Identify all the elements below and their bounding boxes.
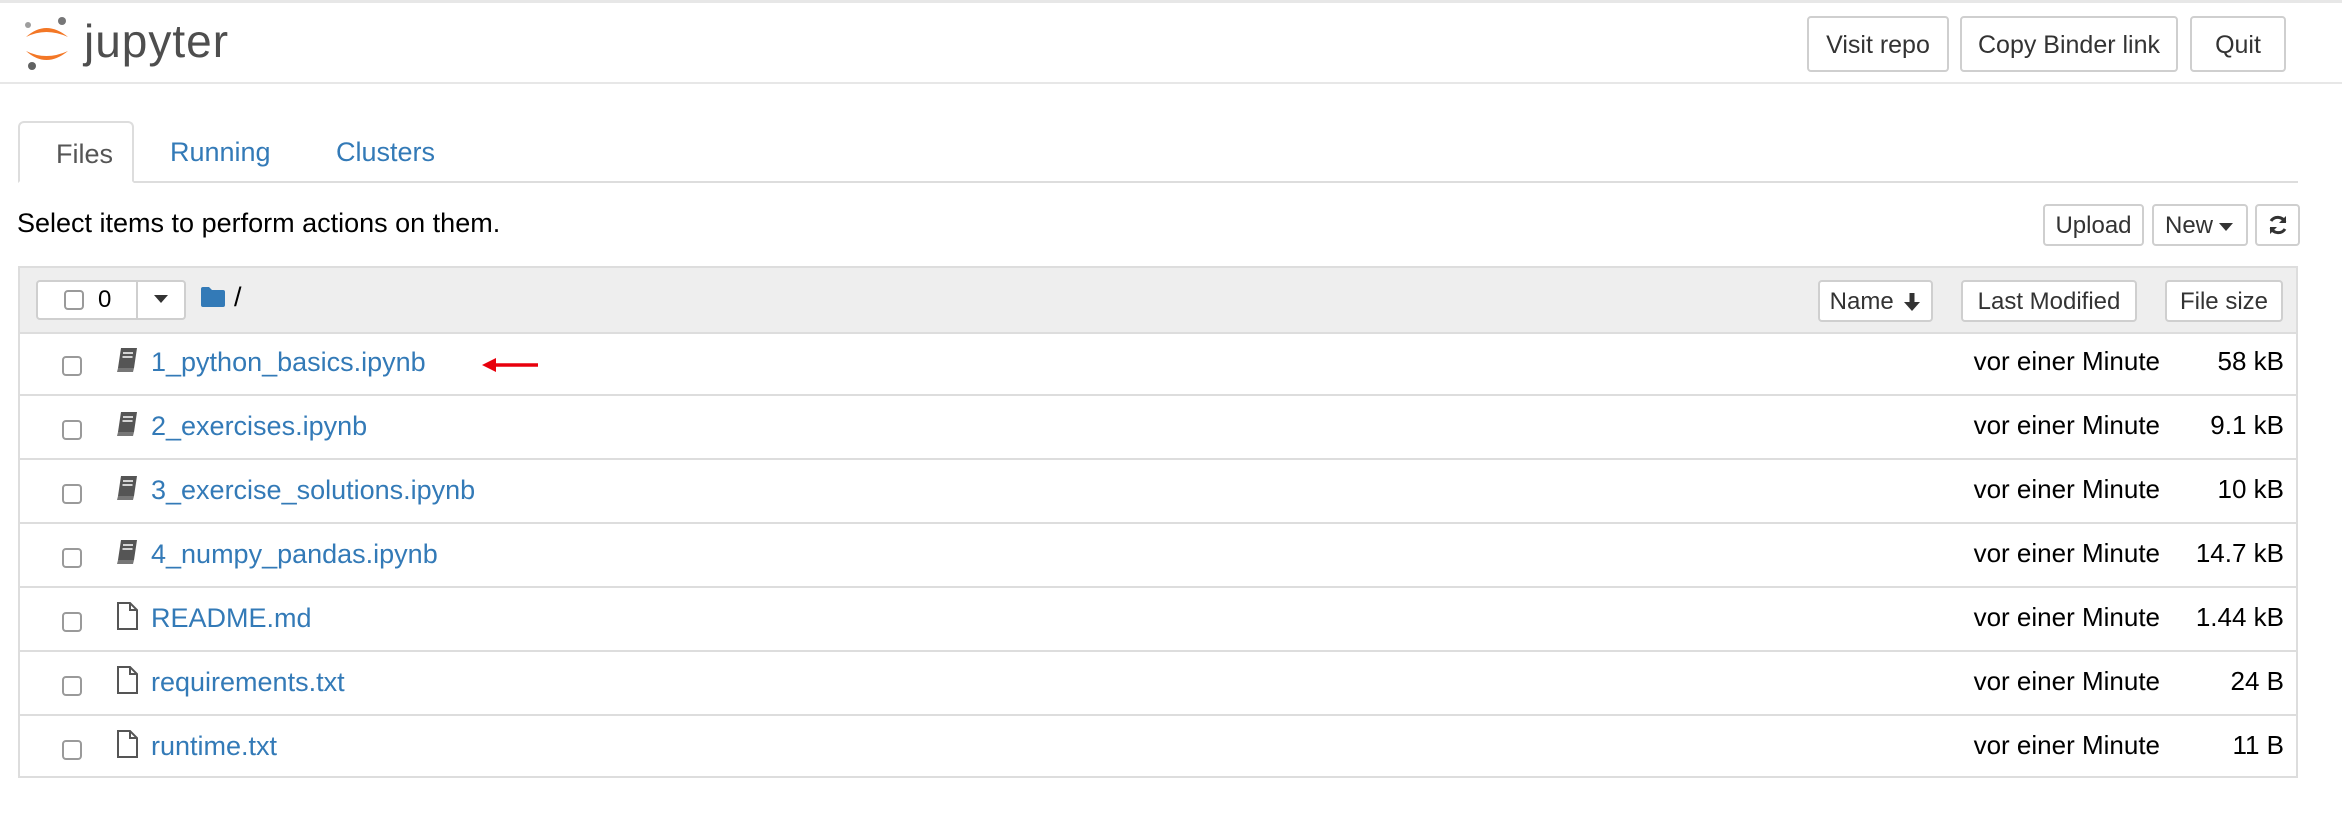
- file-list-header: 0 / Name Last Modified File size: [20, 268, 2296, 334]
- row-checkbox[interactable]: [62, 676, 82, 696]
- jupyter-logo-icon: [25, 17, 68, 70]
- sort-by-last-modified-button[interactable]: Last Modified: [1961, 280, 2137, 322]
- tab-files[interactable]: Files: [18, 121, 134, 183]
- row-checkbox[interactable]: [62, 420, 82, 440]
- file-size: 9.1 kB: [2210, 410, 2284, 440]
- file-row[interactable]: 1_python_basics.ipynb vor einer Minute 5…: [20, 332, 2296, 396]
- new-dropdown-button[interactable]: New: [2152, 204, 2248, 246]
- caret-down-icon: [154, 294, 168, 303]
- jupyter-logo[interactable]: jupyter: [22, 13, 262, 73]
- select-all-group: 0: [36, 280, 186, 320]
- file-modified: vor einer Minute: [1973, 538, 2160, 568]
- arrow-down-icon: [1904, 293, 1921, 311]
- select-all-checkbox[interactable]: [64, 290, 84, 310]
- file-modified: vor einer Minute: [1973, 602, 2160, 632]
- file-size: 1.44 kB: [2195, 602, 2284, 632]
- notebook-icon: [117, 476, 137, 500]
- row-checkbox[interactable]: [62, 356, 82, 376]
- new-button-label: New: [2164, 212, 2213, 239]
- file-size: 10 kB: [2217, 474, 2285, 504]
- file-size: 11 B: [2232, 730, 2284, 760]
- file-size: 24 B: [2230, 666, 2285, 696]
- tab-bar: Files Running Clusters: [18, 121, 2298, 183]
- file-modified: vor einer Minute: [1973, 666, 2160, 696]
- refresh-button[interactable]: [2255, 204, 2300, 246]
- refresh-icon: [2269, 215, 2286, 235]
- row-checkbox[interactable]: [62, 740, 82, 760]
- file-link[interactable]: README.md: [151, 602, 312, 634]
- copy-binder-link-button[interactable]: Copy Binder link: [1960, 16, 2178, 72]
- row-checkbox[interactable]: [62, 548, 82, 568]
- row-checkbox[interactable]: [62, 484, 82, 504]
- tab-clusters[interactable]: Clusters: [300, 121, 471, 183]
- file-modified: vor einer Minute: [1973, 474, 2160, 504]
- tab-running[interactable]: Running: [134, 121, 307, 183]
- selected-count: 0: [98, 286, 112, 313]
- file-link[interactable]: requirements.txt: [151, 666, 345, 698]
- file-link[interactable]: runtime.txt: [151, 730, 277, 762]
- file-modified: vor einer Minute: [1973, 730, 2160, 760]
- file-icon: [117, 666, 138, 694]
- visit-repo-button[interactable]: Visit repo: [1807, 16, 1949, 72]
- folder-icon[interactable]: [200, 286, 226, 308]
- file-list: 0 / Name Last Modified File size 1_pytho…: [18, 266, 2298, 778]
- notebook-icon: [117, 412, 137, 436]
- quit-button[interactable]: Quit: [2190, 16, 2286, 72]
- notebook-icon: [117, 348, 137, 372]
- selection-instructions: Select items to perform actions on them.: [17, 208, 501, 238]
- file-icon: [117, 602, 138, 630]
- sort-by-file-size-button[interactable]: File size: [2165, 280, 2283, 322]
- file-link[interactable]: 4_numpy_pandas.ipynb: [151, 538, 438, 570]
- file-row[interactable]: requirements.txt vor einer Minute 24 B: [20, 652, 2296, 716]
- breadcrumb-root[interactable]: /: [234, 282, 242, 313]
- file-row[interactable]: 3_exercise_solutions.ipynb vor einer Min…: [20, 460, 2296, 524]
- sort-by-name-button[interactable]: Name: [1818, 280, 1933, 322]
- header-bar: jupyter Visit repo Copy Binder link Quit: [0, 3, 2342, 84]
- logo-wordmark: jupyter: [84, 15, 230, 67]
- annotation-arrow: [482, 358, 538, 372]
- select-dropdown-toggle[interactable]: [136, 282, 184, 318]
- file-size: 58 kB: [2217, 346, 2285, 376]
- file-link[interactable]: 3_exercise_solutions.ipynb: [151, 474, 475, 506]
- notebook-icon: [117, 540, 137, 564]
- file-row[interactable]: 2_exercises.ipynb vor einer Minute 9.1 k…: [20, 396, 2296, 460]
- file-link[interactable]: 2_exercises.ipynb: [151, 410, 367, 442]
- file-row[interactable]: 4_numpy_pandas.ipynb vor einer Minute 14…: [20, 524, 2296, 588]
- file-modified: vor einer Minute: [1973, 410, 2160, 440]
- file-row[interactable]: README.md vor einer Minute 1.44 kB: [20, 588, 2296, 652]
- file-icon: [117, 730, 138, 758]
- file-modified: vor einer Minute: [1973, 346, 2160, 376]
- upload-button[interactable]: Upload: [2043, 204, 2144, 246]
- caret-down-icon: [2219, 222, 2233, 231]
- file-link[interactable]: 1_python_basics.ipynb: [151, 346, 426, 378]
- file-size: 14.7 kB: [2195, 538, 2284, 568]
- row-checkbox[interactable]: [62, 612, 82, 632]
- sort-name-label: Name: [1829, 288, 1894, 315]
- file-row[interactable]: runtime.txt vor einer Minute 11 B: [20, 716, 2296, 780]
